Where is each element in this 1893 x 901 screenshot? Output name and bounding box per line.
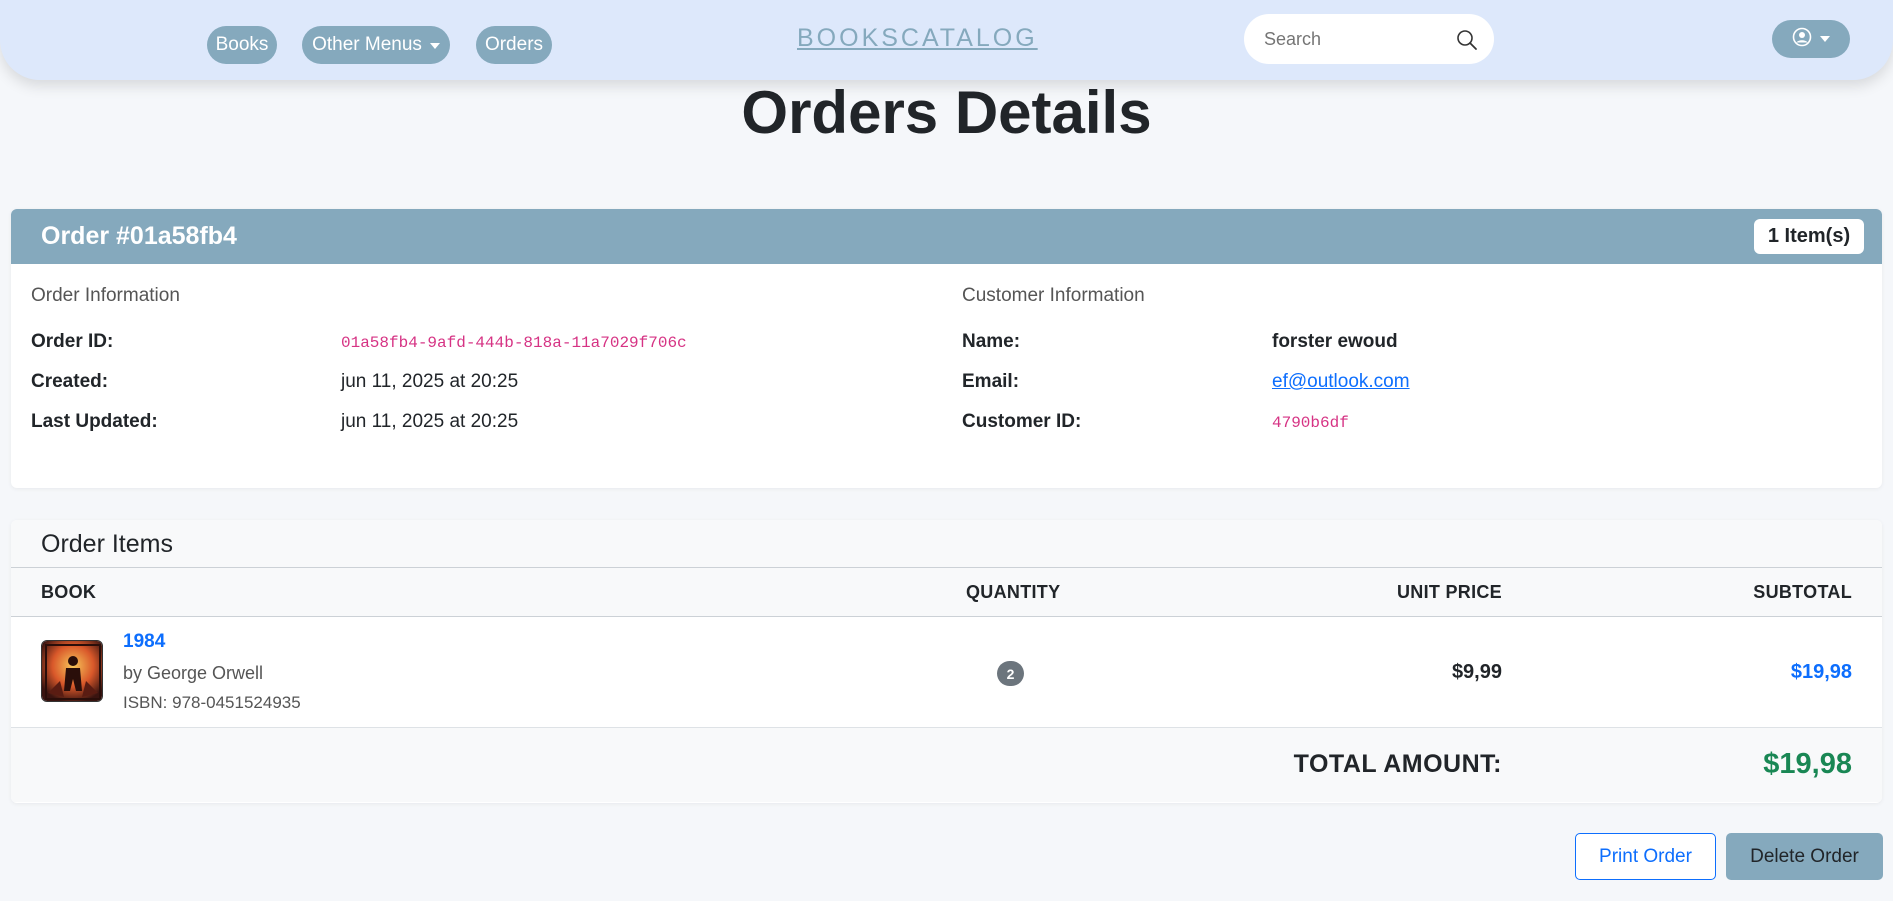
search-box <box>1244 14 1494 64</box>
customer-email-link[interactable]: ef@outlook.com <box>1272 371 1410 393</box>
chevron-down-icon <box>429 43 440 49</box>
nav-books-label: Books <box>215 34 269 55</box>
page-title: Orders Details <box>741 79 1152 146</box>
total-amount-label: TOTAL AMOUNT: <box>1293 750 1502 778</box>
column-unit-price: UNIT PRICE <box>1396 582 1502 602</box>
nav-other-menus-dropdown[interactable]: Other Menus <box>302 26 450 64</box>
created-label: Created: <box>31 371 109 392</box>
total-amount-value: $19,98 <box>1763 748 1852 780</box>
search-input[interactable] <box>1264 28 1444 50</box>
customer-name-value: forster ewoud <box>1272 331 1398 352</box>
customer-id-row: Customer ID: 4790b6df <box>962 411 1862 451</box>
nav-orders-button[interactable]: Orders <box>476 26 552 64</box>
quantity-badge: 2 <box>997 661 1024 686</box>
book-title-link[interactable]: 1984 <box>123 631 165 653</box>
unit-price: $9,99 <box>1451 661 1502 683</box>
order-id-label: Order ID: <box>31 331 114 352</box>
order-id-row: Order ID: 01a58fb4-9afd-444b-818a-11a702… <box>31 331 931 371</box>
book-isbn: ISBN: 978-0451524935 <box>123 693 301 712</box>
customer-information: Customer Information Name: forster ewoud… <box>962 285 1862 451</box>
user-menu-button[interactable] <box>1772 20 1850 58</box>
column-book: BOOK <box>41 582 97 602</box>
navbar: Books Other Menus Orders BOOKSCATALOG <box>0 0 1893 80</box>
order-items-heading: Order Items <box>41 530 173 558</box>
customer-id-label: Customer ID: <box>962 411 1082 432</box>
order-information: Order Information Order ID: 01a58fb4-9af… <box>31 285 931 451</box>
nav-orders-label: Orders <box>484 34 544 55</box>
customer-name-label: Name: <box>962 331 1021 352</box>
print-order-button[interactable]: Print Order <box>1575 833 1716 880</box>
customer-email-label: Email: <box>962 371 1020 392</box>
order-card: Order #01a58fb4 1 Item(s) Order Informat… <box>11 209 1882 488</box>
customer-information-heading: Customer Information <box>962 285 1145 306</box>
customer-email-row: Email: ef@outlook.com <box>962 371 1862 411</box>
table-row: 1984 by George Orwell ISBN: 978-04515249… <box>11 617 1882 728</box>
delete-order-button[interactable]: Delete Order <box>1726 833 1883 880</box>
book-cover-image[interactable] <box>41 640 103 702</box>
customer-id-value: 4790b6df <box>1272 414 1349 432</box>
table-header: BOOK QUANTITY UNIT PRICE SUBTOTAL <box>11 568 1882 617</box>
customer-name-row: Name: forster ewoud <box>962 331 1862 371</box>
user-circle-icon <box>1792 27 1812 52</box>
order-items-header: Order Items <box>11 520 1882 568</box>
updated-label: Last Updated: <box>31 411 158 432</box>
updated-value: jun 11, 2025 at 20:25 <box>341 411 519 432</box>
nav-books-button[interactable]: Books <box>207 26 277 64</box>
order-header-title: Order #01a58fb4 <box>41 222 237 250</box>
chevron-down-icon <box>1820 36 1830 42</box>
items-count-badge: 1 Item(s) <box>1754 219 1864 254</box>
order-information-heading: Order Information <box>31 285 180 306</box>
book-author: by George Orwell <box>123 663 264 683</box>
order-items-card: Order Items BOOK QUANTITY UNIT PRICE SUB… <box>11 520 1882 803</box>
order-id-value: 01a58fb4-9afd-444b-818a-11a7029f706c <box>341 334 687 352</box>
updated-row: Last Updated: jun 11, 2025 at 20:25 <box>31 411 931 451</box>
created-row: Created: jun 11, 2025 at 20:25 <box>31 371 931 411</box>
order-header: Order #01a58fb4 1 Item(s) <box>11 209 1882 264</box>
created-value: jun 11, 2025 at 20:25 <box>341 371 519 392</box>
column-quantity: QUANTITY <box>966 582 1061 602</box>
brand-link[interactable]: BOOKSCATALOG <box>797 24 1035 53</box>
row-subtotal: $19,98 <box>1790 661 1852 683</box>
column-subtotal: SUBTOTAL <box>1753 582 1852 602</box>
nav-other-menus-label: Other Menus <box>312 34 422 55</box>
search-icon[interactable] <box>1456 29 1478 56</box>
table-footer: TOTAL AMOUNT: $19,98 <box>11 728 1882 802</box>
